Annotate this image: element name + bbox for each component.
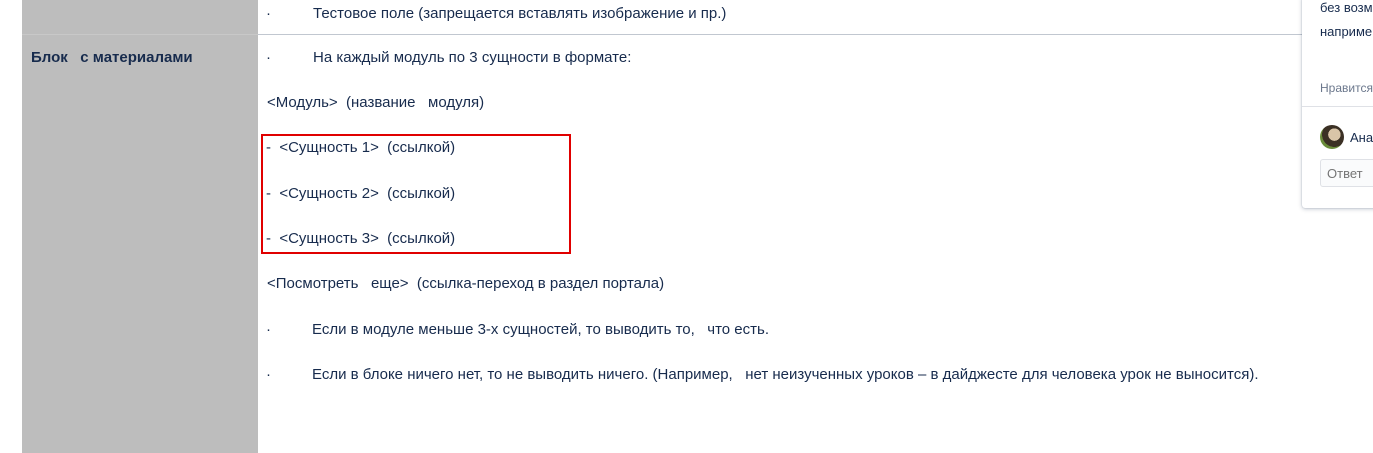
empty-block-text: Если в блоке ничего нет, то не выводить … (312, 366, 1259, 383)
comment-author-name: Ана (1350, 130, 1373, 145)
highlight-annotation-box (261, 134, 571, 254)
avatar (1320, 125, 1344, 149)
prev-row-text: Тестовое поле (запрещается вставлять изо… (313, 5, 727, 22)
row-label-cell: Блок с материалами (22, 35, 258, 453)
bullet-marker: · (266, 366, 271, 383)
comment-text-line-2: наприме (1320, 24, 1373, 39)
comment-divider (1302, 106, 1373, 107)
see-more-text: <Посмотреть еще> (ссылка-переход в разде… (267, 275, 665, 292)
bullet-marker: · (266, 5, 271, 22)
reply-input[interactable] (1320, 159, 1373, 187)
row-label: Блок с материалами (31, 49, 193, 66)
module-name-text: <Модуль> (название модуля) (267, 94, 485, 111)
inline-comment-panel: без возм наприме Нравится Ана (1302, 0, 1373, 208)
left-margin (0, 0, 22, 453)
bullet-marker: · (266, 49, 271, 66)
bullet-marker: · (266, 321, 271, 338)
page: · Тестовое поле (запрещается вставлять и… (0, 0, 1373, 453)
prev-row-label-cell (22, 0, 258, 34)
like-button[interactable]: Нравится (1320, 81, 1373, 95)
requirements-table: · Тестовое поле (запрещается вставлять и… (22, 0, 1373, 453)
comment-text-line-1: без возм (1320, 0, 1373, 15)
prev-row-content-cell: · Тестовое поле (запрещается вставлять и… (258, 0, 1373, 35)
modules-intro-text: На каждый модуль по 3 сущности в формате… (313, 49, 632, 66)
fewer-entities-text: Если в модуле меньше 3-х сущностей, то в… (312, 321, 770, 338)
